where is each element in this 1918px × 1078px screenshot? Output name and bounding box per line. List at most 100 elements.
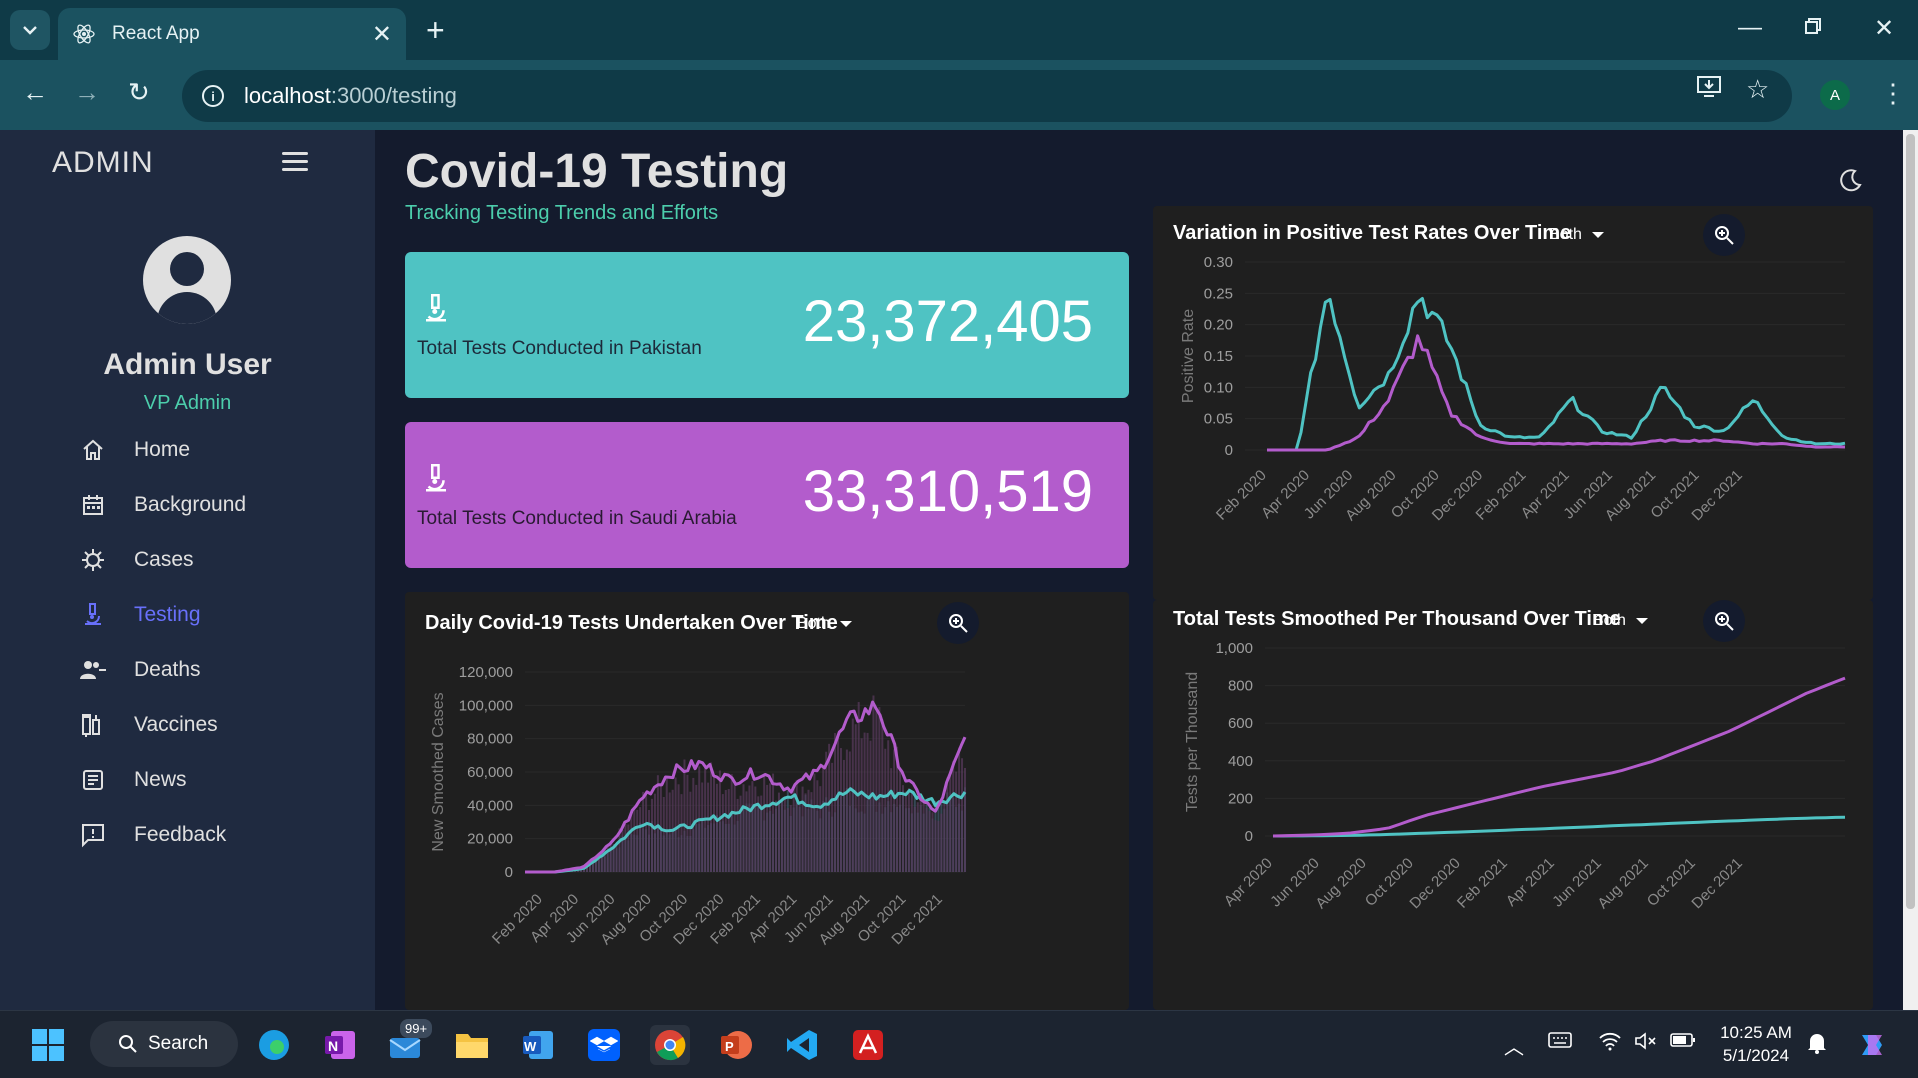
browser-tab[interactable]: React App ✕ bbox=[58, 8, 406, 60]
sidebar-item-vaccines[interactable]: Vaccines bbox=[78, 705, 338, 745]
microscope-icon bbox=[421, 292, 451, 331]
data-bar bbox=[686, 774, 689, 872]
sidebar: ADMIN Admin User VP Admin Home Backgroun… bbox=[0, 130, 375, 1010]
data-bar bbox=[630, 813, 633, 872]
y-tick-label: 0.05 bbox=[1204, 411, 1233, 428]
vscode-icon[interactable] bbox=[782, 1025, 822, 1065]
profile-avatar[interactable]: A bbox=[1820, 80, 1850, 110]
stat-label: Total Tests Conducted in Saudi Arabia bbox=[417, 508, 737, 529]
data-bar bbox=[893, 749, 896, 872]
chrome-icon[interactable] bbox=[650, 1025, 690, 1065]
taskbar-search[interactable]: Search bbox=[90, 1021, 238, 1067]
y-tick-label: 0.20 bbox=[1204, 317, 1233, 334]
svg-text:P: P bbox=[725, 1039, 734, 1054]
daily-tests-chart-card: Daily Covid-19 Tests Undertaken Over Tim… bbox=[405, 592, 1129, 1010]
install-app-icon[interactable] bbox=[1696, 74, 1722, 105]
tests-per-thousand-chart-card: Total Tests Smoothed Per Thousand Over T… bbox=[1153, 600, 1873, 1010]
data-bar bbox=[819, 786, 822, 872]
menu-toggle-icon[interactable] bbox=[282, 152, 308, 176]
data-bar bbox=[934, 820, 937, 872]
data-bar bbox=[748, 785, 751, 872]
data-bar bbox=[949, 775, 952, 872]
svg-text:W: W bbox=[524, 1039, 537, 1054]
sidebar-item-testing[interactable]: Testing bbox=[78, 595, 338, 635]
main-content: Covid-19 Testing Tracking Testing Trends… bbox=[375, 130, 1903, 1010]
sidebar-item-cases[interactable]: Cases bbox=[78, 540, 338, 580]
data-bar bbox=[910, 790, 913, 872]
y-tick-label: 400 bbox=[1228, 753, 1253, 770]
new-tab-button[interactable]: + bbox=[426, 14, 445, 46]
page-scrollbar[interactable] bbox=[1903, 130, 1918, 1010]
sidebar-item-label: Cases bbox=[134, 548, 194, 571]
stat-value: 33,310,519 bbox=[802, 459, 1093, 524]
y-tick-label: 40,000 bbox=[467, 797, 513, 814]
dropbox-icon[interactable] bbox=[584, 1025, 624, 1065]
window-close-icon[interactable]: ✕ bbox=[1874, 14, 1894, 43]
bookmark-star-icon[interactable]: ☆ bbox=[1746, 74, 1769, 105]
sidebar-item-label: News bbox=[134, 768, 187, 791]
sidebar-item-deaths[interactable]: Deaths bbox=[78, 650, 338, 690]
daily-tests-chart: 120,000 100,000 80,000 60,000 40,000 20,000 0 N… bbox=[430, 664, 967, 948]
data-bar bbox=[857, 702, 860, 872]
show-hidden-icons-icon[interactable]: ︿ bbox=[1504, 1031, 1524, 1060]
x-tick-label: Apr 2021 bbox=[1503, 855, 1558, 910]
data-bar bbox=[801, 786, 804, 872]
data-bar bbox=[621, 829, 624, 872]
data-bar bbox=[807, 789, 810, 872]
data-bar bbox=[854, 724, 857, 872]
speaker-muted-icon[interactable] bbox=[1634, 1031, 1658, 1057]
onenote-icon[interactable]: N bbox=[320, 1025, 360, 1065]
taskbar-search-label: Search bbox=[148, 1033, 209, 1054]
data-bar bbox=[913, 806, 916, 872]
battery-icon[interactable] bbox=[1670, 1031, 1696, 1054]
tab-search-button[interactable] bbox=[10, 10, 50, 50]
x-tick-label: Feb 2020 bbox=[1213, 467, 1270, 524]
back-arrow-icon[interactable]: ← bbox=[22, 77, 48, 108]
data-bar bbox=[901, 785, 904, 872]
restore-icon[interactable] bbox=[1804, 14, 1822, 42]
url-omnibox[interactable]: i localhost:3000/testing bbox=[182, 70, 1792, 122]
notification-bell-icon[interactable] bbox=[1806, 1031, 1828, 1061]
data-bar bbox=[872, 695, 875, 872]
windows-start-icon[interactable] bbox=[28, 1025, 68, 1065]
site-info-icon[interactable]: i bbox=[202, 85, 224, 107]
wifi-icon[interactable] bbox=[1598, 1031, 1622, 1057]
dark-mode-icon[interactable] bbox=[1837, 168, 1863, 199]
data-bar bbox=[783, 796, 786, 872]
browser-menu-icon[interactable]: ⋮ bbox=[1880, 78, 1906, 109]
powerpoint-icon[interactable]: P bbox=[716, 1025, 756, 1065]
sidebar-item-feedback[interactable]: Feedback bbox=[78, 815, 338, 855]
microscope-icon bbox=[78, 600, 108, 630]
y-tick-label: 200 bbox=[1228, 790, 1253, 807]
sidebar-item-background[interactable]: Background bbox=[78, 485, 338, 525]
copilot-icon[interactable] bbox=[1852, 1025, 1892, 1065]
keyboard-icon[interactable] bbox=[1548, 1031, 1572, 1055]
sidebar-item-home[interactable]: Home bbox=[78, 430, 338, 470]
file-explorer-icon[interactable] bbox=[452, 1025, 492, 1065]
data-bar bbox=[792, 785, 795, 872]
minimize-icon[interactable]: — bbox=[1738, 14, 1762, 42]
data-bar bbox=[745, 791, 748, 872]
reload-icon[interactable]: ↻ bbox=[128, 77, 150, 108]
tab-close-icon[interactable]: ✕ bbox=[372, 20, 392, 49]
acrobat-icon[interactable] bbox=[848, 1025, 888, 1065]
data-bar bbox=[958, 747, 961, 872]
taskbar-clock[interactable]: 10:25 AM 5/1/2024 bbox=[1706, 1021, 1806, 1067]
stat-value: 23,372,405 bbox=[802, 289, 1093, 354]
data-bar bbox=[766, 784, 769, 872]
microscope-icon bbox=[421, 462, 451, 501]
scrollbar-thumb[interactable] bbox=[1906, 134, 1915, 909]
data-bar bbox=[701, 782, 704, 872]
edge-icon[interactable] bbox=[254, 1025, 294, 1065]
forward-arrow-icon[interactable]: → bbox=[74, 77, 100, 108]
data-bar bbox=[837, 734, 840, 872]
data-bar bbox=[928, 811, 931, 872]
article-icon bbox=[78, 765, 108, 795]
data-bar bbox=[665, 777, 668, 872]
data-bar bbox=[822, 766, 825, 872]
data-bar bbox=[668, 792, 671, 872]
home-icon bbox=[78, 435, 108, 465]
sidebar-item-news[interactable]: News bbox=[78, 760, 338, 800]
data-bar bbox=[615, 844, 618, 872]
word-icon[interactable]: W bbox=[518, 1025, 558, 1065]
